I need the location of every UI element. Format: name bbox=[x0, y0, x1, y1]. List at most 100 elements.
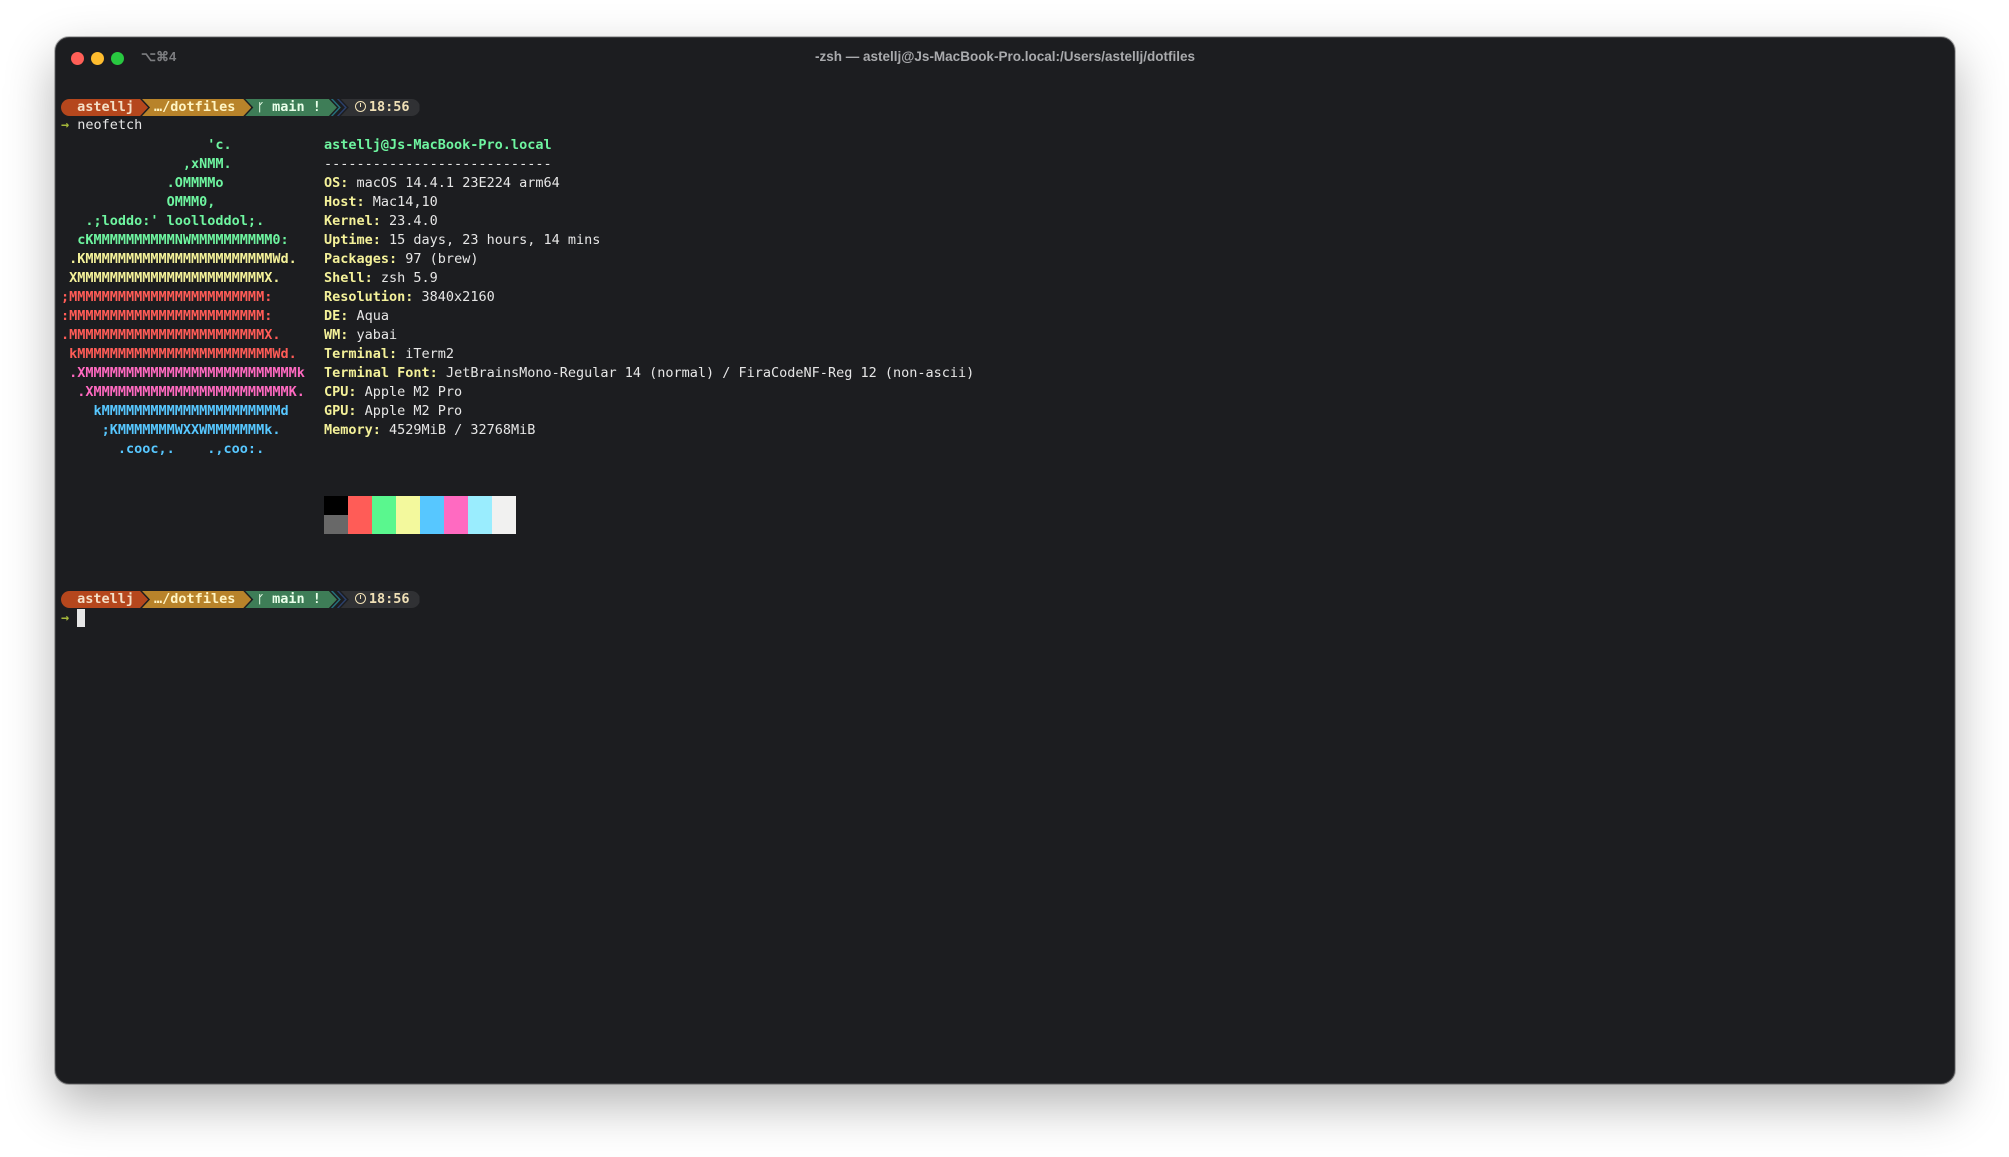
info-key: Host bbox=[324, 194, 357, 210]
clock-icon bbox=[354, 593, 366, 604]
input-line[interactable]: → bbox=[61, 609, 86, 628]
ascii-art-line: .MMMMMMMMMMMMMMMMMMMMMMMMX. bbox=[61, 327, 281, 343]
prompt-dir: …/dotfiles bbox=[154, 99, 236, 115]
info-key: Memory bbox=[324, 422, 373, 438]
info-key: Uptime bbox=[324, 232, 373, 248]
info-value: zsh 5.9 bbox=[380, 270, 438, 286]
info-key: Terminal bbox=[324, 346, 390, 362]
info-row: Memory: 4529MiB / 32768MiB bbox=[324, 421, 974, 440]
info-colon: : bbox=[340, 327, 357, 343]
color-swatch bbox=[444, 496, 468, 515]
apple-ascii-logo: 'c. ,xNMM. .OMMMMo OMMM0, .;loddo:' lool… bbox=[61, 136, 321, 459]
info-colon: : bbox=[389, 346, 406, 362]
ascii-art-line: kMMMMMMMMMMMMMMMMMMMMMMd bbox=[61, 403, 289, 419]
ascii-art-line: ,xNMM. bbox=[61, 156, 232, 172]
info-key: CPU bbox=[324, 384, 349, 400]
info-colon: : bbox=[372, 213, 390, 229]
info-value: Mac14,10 bbox=[372, 194, 438, 210]
ascii-art-line: .;loddo:' loolloddol;. bbox=[61, 213, 265, 229]
terminal-content[interactable]: astellj …/dotfiles ᚴ main ! 18:56 → neof… bbox=[61, 98, 1954, 1083]
ascii-art-line: .cooc,. .,coo:. bbox=[61, 441, 265, 457]
info-row: Terminal Font: JetBrainsMono-Regular 14 … bbox=[324, 364, 974, 383]
color-swatch bbox=[348, 496, 372, 515]
info-colon: : bbox=[372, 232, 390, 248]
terminal-window: ⌥⌘4 -zsh — astellj@Js-MacBook-Pro.local:… bbox=[55, 37, 1955, 1084]
prompt-user-segment: astellj bbox=[61, 591, 148, 608]
prompt-dir-segment: …/dotfiles bbox=[142, 99, 251, 116]
info-divider: ---------------------------- bbox=[324, 156, 552, 172]
color-swatch bbox=[372, 496, 396, 515]
info-colon: : bbox=[405, 289, 422, 305]
color-palette bbox=[324, 496, 516, 534]
info-row: Packages: 97 (brew) bbox=[324, 250, 974, 269]
color-swatch bbox=[468, 496, 492, 515]
info-colon: : bbox=[340, 175, 357, 191]
prompt-time: 18:56 bbox=[368, 591, 410, 607]
color-swatch bbox=[492, 515, 516, 534]
info-colon: : bbox=[372, 422, 390, 438]
ascii-art-line: .XMMMMMMMMMMMMMMMMMMMMMMMMMMk bbox=[61, 365, 305, 381]
prompt-dir-segment: …/dotfiles bbox=[142, 591, 251, 608]
command-line: → neofetch bbox=[61, 116, 1954, 135]
prompt-line: astellj …/dotfiles ᚴ main ! 18:56 bbox=[61, 99, 1954, 116]
info-row: CPU: Apple M2 Pro bbox=[324, 383, 974, 402]
info-value: JetBrainsMono-Regular 14 (normal) / Fira… bbox=[445, 365, 975, 381]
ascii-art-line: kMMMMMMMMMMMMMMMMMMMMMMMMWd. bbox=[61, 346, 297, 362]
info-row: Terminal: iTerm2 bbox=[324, 345, 974, 364]
info-header: astellj@Js-MacBook-Pro.local bbox=[324, 137, 552, 153]
info-row: Shell: zsh 5.9 bbox=[324, 269, 974, 288]
ascii-art-line: 'c. bbox=[61, 137, 232, 153]
info-key: OS bbox=[324, 175, 341, 191]
color-swatch bbox=[420, 496, 444, 515]
prompt-git-segment: ᚴ main ! bbox=[245, 591, 337, 608]
command-text: neofetch bbox=[77, 117, 143, 133]
clock-icon bbox=[354, 101, 366, 112]
info-row: Uptime: 15 days, 23 hours, 14 mins bbox=[324, 231, 974, 250]
ascii-art-line: XMMMMMMMMMMMMMMMMMMMMMMMX. bbox=[61, 270, 281, 286]
info-value: iTerm2 bbox=[405, 346, 455, 362]
info-value: Aqua bbox=[356, 308, 390, 324]
info-colon: : bbox=[389, 251, 406, 267]
prompt-user: astellj bbox=[77, 99, 135, 115]
prompt-arrow: → bbox=[61, 610, 70, 626]
info-row: WM: yabai bbox=[324, 326, 974, 345]
git-branch-icon: ᚴ bbox=[257, 593, 264, 606]
info-colon: : bbox=[348, 403, 365, 419]
info-colon: : bbox=[348, 384, 365, 400]
info-key: Packages bbox=[324, 251, 390, 267]
info-value: macOS 14.4.1 23E224 arm64 bbox=[356, 175, 560, 191]
info-row: OS: macOS 14.4.1 23E224 arm64 bbox=[324, 174, 974, 193]
info-key: Terminal Font bbox=[324, 365, 430, 381]
git-branch-icon: ᚴ bbox=[257, 101, 264, 114]
info-row: Kernel: 23.4.0 bbox=[324, 212, 974, 231]
info-value: Apple M2 Pro bbox=[364, 403, 463, 419]
ascii-art-line: :MMMMMMMMMMMMMMMMMMMMMMMM: bbox=[61, 308, 273, 324]
color-swatch bbox=[396, 515, 420, 534]
info-colon: : bbox=[429, 365, 446, 381]
text-cursor[interactable] bbox=[77, 609, 86, 627]
title-bar[interactable]: ⌥⌘4 -zsh — astellj@Js-MacBook-Pro.local:… bbox=[56, 38, 1954, 78]
info-key: Resolution bbox=[324, 289, 406, 305]
ascii-art-line: .KMMMMMMMMMMMMMMMMMMMMMMMWd. bbox=[61, 251, 297, 267]
info-row: DE: Aqua bbox=[324, 307, 974, 326]
color-swatch bbox=[420, 515, 444, 534]
info-colon: : bbox=[356, 194, 373, 210]
prompt-line: astellj …/dotfiles ᚴ main ! 18:56 bbox=[61, 591, 420, 608]
prompt-branch: main ! bbox=[272, 99, 321, 115]
ascii-art-line: ;KMMMMMMMWXXWMMMMMMMk. bbox=[61, 422, 281, 438]
prompt-time-segment: 18:56 bbox=[340, 591, 420, 608]
color-swatch bbox=[348, 515, 372, 534]
info-value: 3840x2160 bbox=[421, 289, 495, 305]
color-swatch bbox=[324, 496, 348, 515]
ascii-art-line: OMMM0, bbox=[61, 194, 216, 210]
system-info: astellj@Js-MacBook-Pro.local -----------… bbox=[324, 136, 974, 440]
info-row: GPU: Apple M2 Pro bbox=[324, 402, 974, 421]
prompt-time: 18:56 bbox=[368, 99, 410, 115]
info-value: Apple M2 Pro bbox=[364, 384, 463, 400]
info-row: Host: Mac14,10 bbox=[324, 193, 974, 212]
ascii-art-line: .XMMMMMMMMMMMMMMMMMMMMMMMMK. bbox=[61, 384, 305, 400]
info-colon: : bbox=[340, 308, 357, 324]
ascii-art-line: .OMMMMo bbox=[61, 175, 224, 191]
ascii-art-line: cKMMMMMMMMMMNWMMMMMMMMMM0: bbox=[61, 232, 289, 248]
info-value: yabai bbox=[356, 327, 398, 343]
